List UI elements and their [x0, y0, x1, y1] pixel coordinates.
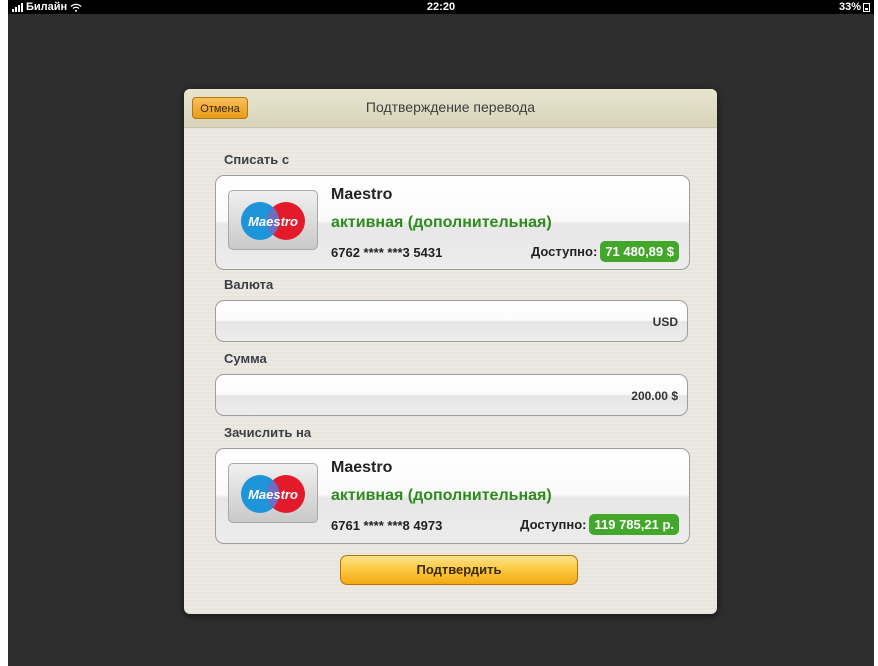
- to-available-amount: 119 785,21 р.: [589, 514, 679, 535]
- to-card-name: Maestro: [331, 459, 393, 476]
- to-available-label: Доступно:: [520, 517, 587, 532]
- to-card-number: 6761 **** ***8 4973: [331, 518, 443, 533]
- amount-label: Сумма: [224, 351, 267, 366]
- battery-percent: 33%: [838, 1, 861, 13]
- from-card-name: Maestro: [331, 186, 393, 203]
- amount-field[interactable]: 200.00 $: [215, 374, 688, 416]
- transfer-confirmation-dialog: Отмена Подтверждение перевода Списать с …: [184, 89, 717, 614]
- amount-value: 200.00 $: [631, 389, 678, 403]
- maestro-logo-icon: Maestro: [228, 190, 318, 250]
- to-card-status: активная (дополнительная): [331, 487, 552, 504]
- currency-label: Валюта: [224, 277, 274, 292]
- battery-icon: [863, 2, 870, 12]
- battery-indicator: 33%: [839, 0, 870, 14]
- to-label: Зачислить на: [224, 425, 312, 440]
- confirm-button[interactable]: Подтвердить: [340, 555, 578, 585]
- maestro-logo-icon: Maestro: [228, 463, 318, 523]
- status-bar: Билайн 22:20 33%: [8, 0, 874, 14]
- dialog-title: Подтверждение перевода: [365, 99, 536, 115]
- from-card-available: Доступно: 71 480,89 $: [531, 241, 679, 262]
- currency-field[interactable]: USD: [215, 300, 688, 342]
- clock: 22:20: [426, 1, 456, 13]
- from-label: Списать с: [224, 152, 290, 167]
- from-card-number: 6762 **** ***3 5431: [331, 245, 443, 260]
- from-card[interactable]: Maestro Maestro активная (дополнительная…: [215, 175, 690, 270]
- from-available-label: Доступно:: [530, 244, 598, 259]
- dialog-header: Отмена Подтверждение перевода: [184, 89, 717, 128]
- screen-backdrop: Билайн 22:20 33% Отмена Подтверждение пе…: [8, 0, 874, 666]
- from-card-status: активная (дополнительная): [331, 214, 552, 231]
- maestro-logo-text: Maestro: [248, 487, 298, 502]
- maestro-logo-text: Maestro: [248, 214, 298, 229]
- to-card-available: Доступно: 119 785,21 р.: [520, 514, 679, 535]
- to-card[interactable]: Maestro Maestro активная (дополнительная…: [215, 448, 690, 544]
- currency-value: USD: [652, 315, 678, 329]
- from-available-amount: 71 480,89 $: [600, 241, 679, 262]
